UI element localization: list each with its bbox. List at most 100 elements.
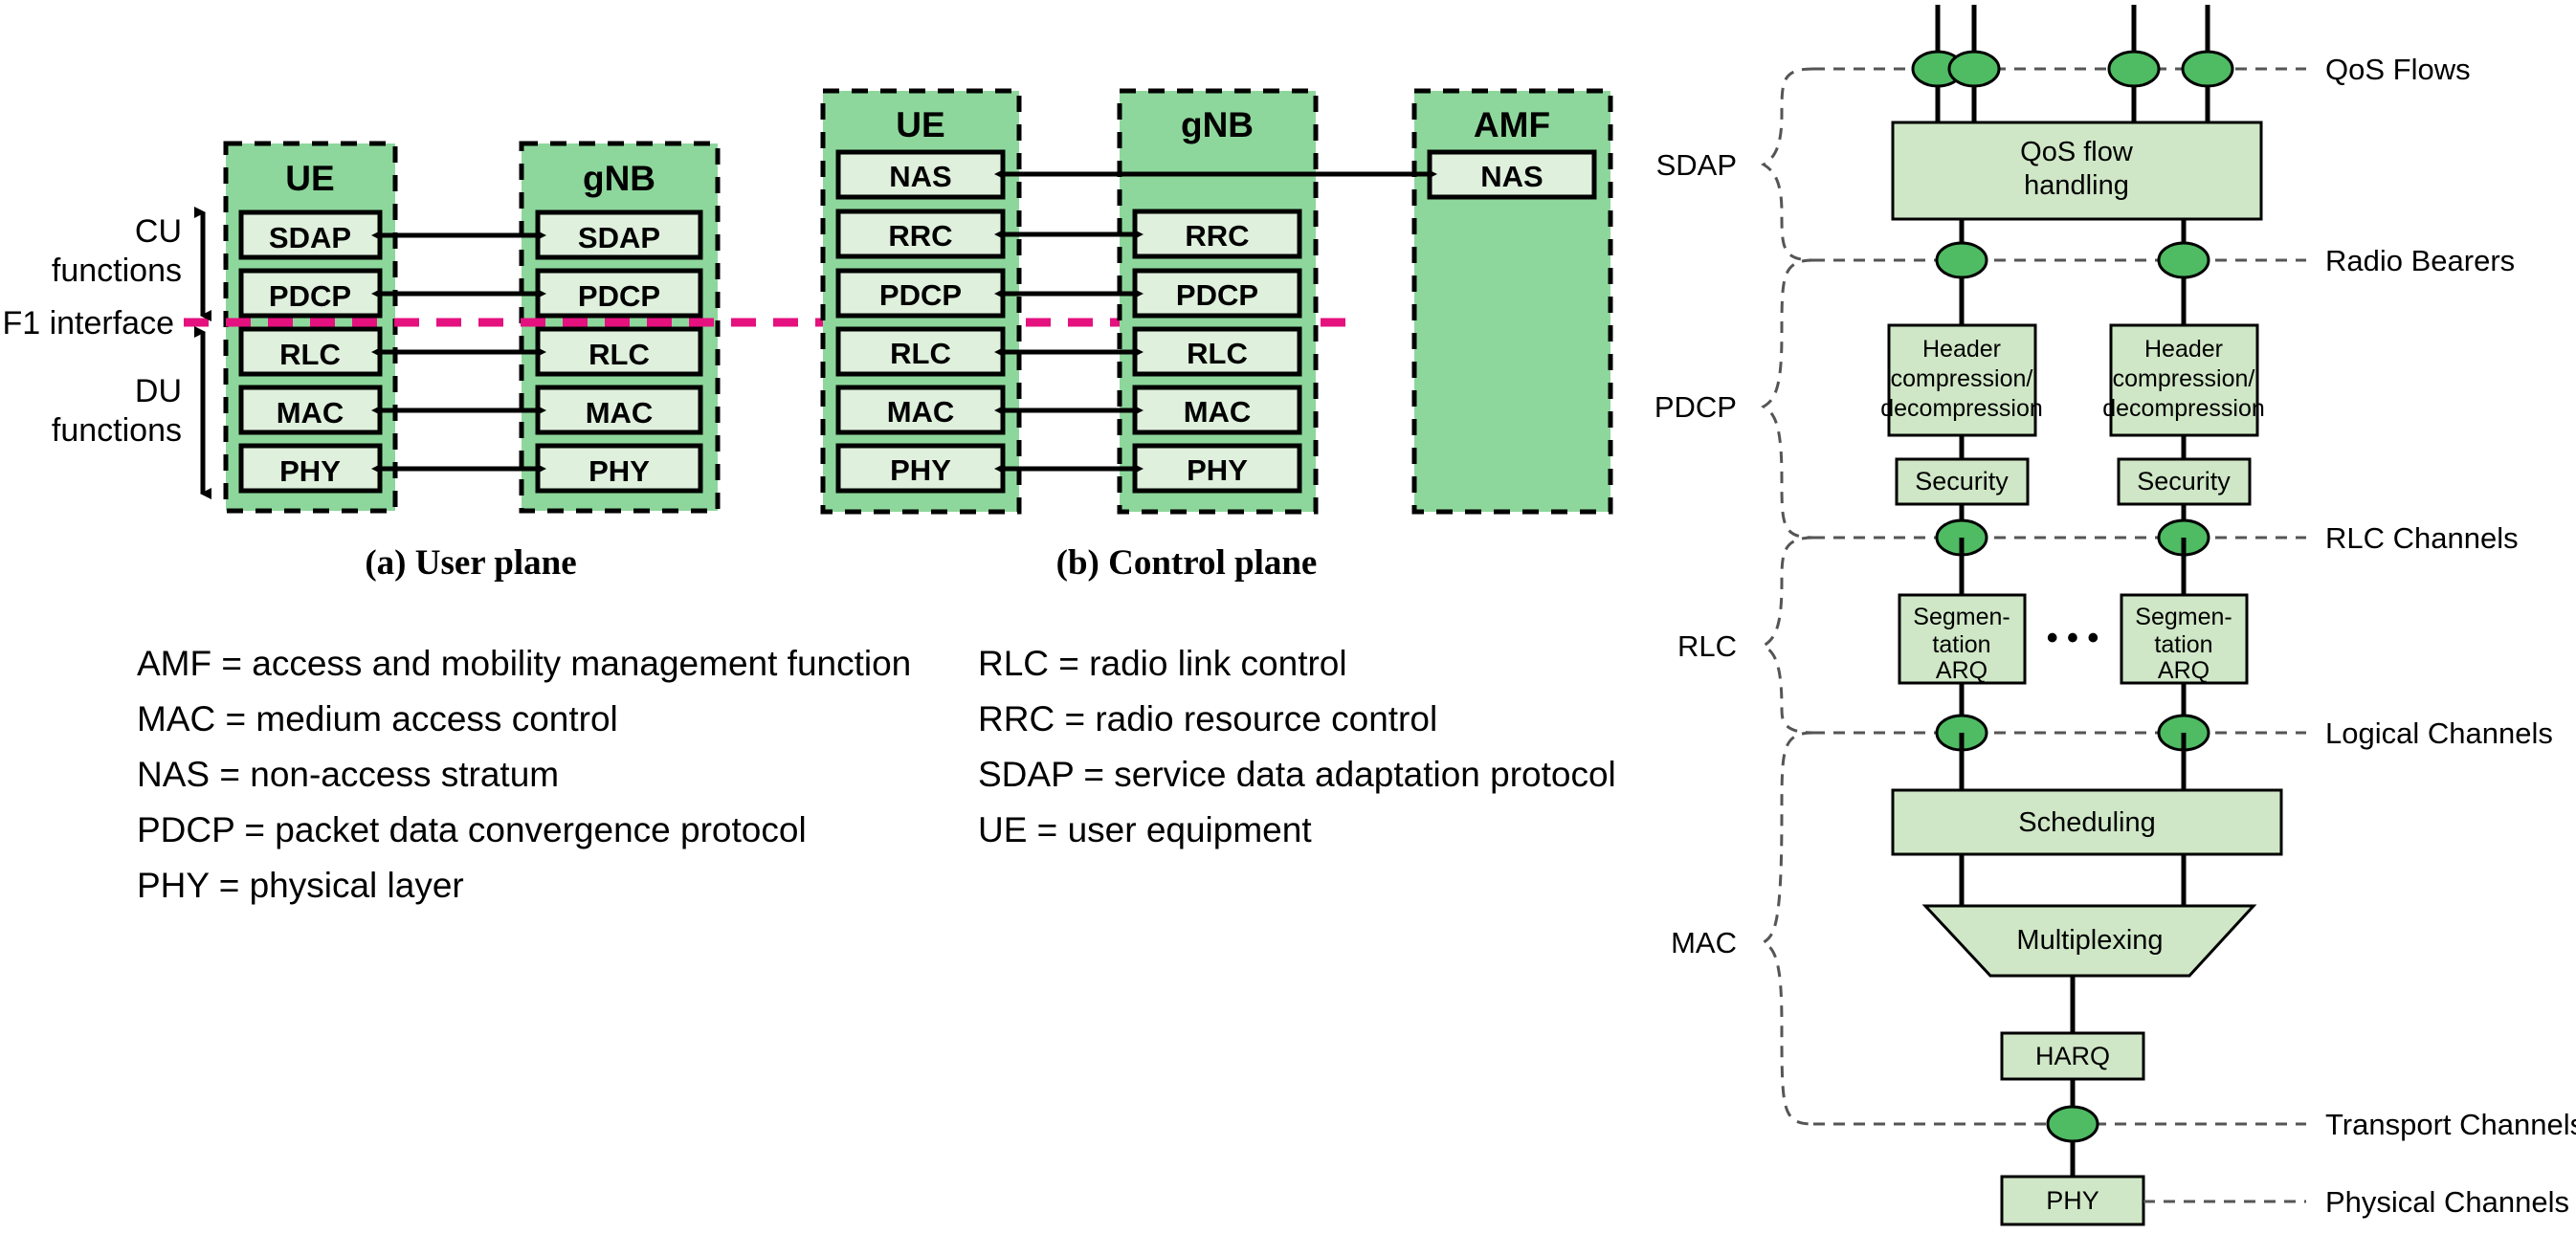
segmentation-right-line3: ARQ bbox=[2158, 657, 2210, 684]
panel-b-ue-title: UE bbox=[896, 105, 944, 144]
panel-b-ue-layer-rlc: RLC bbox=[890, 337, 951, 370]
stack-radio-bearer-lines bbox=[1959, 219, 2187, 325]
guide-rlc-brace bbox=[1761, 536, 1814, 735]
segmentation-right-line1: Segmen- bbox=[2135, 604, 2232, 630]
panel-a-ue-layer-mac: MAC bbox=[277, 396, 344, 430]
header-compression-left-line2: compression/ bbox=[1891, 365, 2033, 392]
security-left-label: Security bbox=[1915, 467, 2009, 496]
panel-b-amf-title: AMF bbox=[1474, 105, 1550, 144]
legend-right-item-2: SDAP = service data adaptation protocol bbox=[978, 755, 1616, 794]
panel-a-ue-layer-pdcp: PDCP bbox=[269, 279, 351, 313]
panel-a-peer-links bbox=[371, 231, 546, 474]
segmentation-box-right: Segmen- tation ARQ bbox=[2120, 593, 2249, 685]
segmentation-left-line1: Segmen- bbox=[1913, 604, 2010, 630]
diagram-canvas: UE gNB SDAP PDCP RLC MAC PHY SDAP PDCP R… bbox=[2, 5, 2576, 1226]
stack-label-mac: MAC bbox=[1671, 926, 1737, 959]
legend-right: RLC = radio link control RRC = radio res… bbox=[978, 644, 1616, 849]
panel-b-gnb-layer-rlc: RLC bbox=[1187, 337, 1248, 370]
panel-b-ue-layer-rrc: RRC bbox=[888, 219, 952, 253]
panel-a-gnb-title: gNB bbox=[583, 159, 655, 198]
header-compression-left-line1: Header bbox=[1922, 336, 2001, 363]
qos-flow-nodes bbox=[1911, 50, 2234, 88]
guide-pdcp-brace bbox=[1761, 258, 1814, 540]
channel-label-qos-flows: QoS Flows bbox=[2325, 53, 2471, 86]
qos-flow-handling-label-line1: QoS flow bbox=[2020, 137, 2134, 167]
channel-label-physical-channels: Physical Channels bbox=[2325, 1185, 2569, 1219]
radio-bearer-nodes bbox=[1935, 241, 2210, 279]
header-compression-box-right: Header compression/ decompression bbox=[2102, 323, 2265, 437]
security-box-left: Security bbox=[1895, 457, 2030, 506]
panel-a-gnb-layer-pdcp: PDCP bbox=[578, 279, 660, 313]
channel-label-radio-bearers: Radio Bearers bbox=[2325, 244, 2515, 277]
stack-section-labels: SDAP PDCP RLC MAC bbox=[1654, 148, 1737, 959]
security-box-right: Security bbox=[2117, 457, 2252, 506]
panel-a-gnb-layers: SDAP PDCP RLC MAC PHY bbox=[535, 209, 703, 494]
legend-left-item-4: PHY = physical layer bbox=[137, 866, 464, 905]
panel-b-gnb-title: gNB bbox=[1181, 105, 1254, 144]
panel-b-gnb-layer-pdcp: PDCP bbox=[1176, 278, 1258, 312]
panel-b-gnb-layer-rrc: RRC bbox=[1185, 219, 1249, 253]
panel-a-gnb-layer-sdap: SDAP bbox=[578, 221, 660, 254]
panel-a-ue-title: UE bbox=[285, 159, 334, 198]
panel-a-ue-layer-rlc: RLC bbox=[279, 338, 341, 371]
header-compression-left-line3: decompression bbox=[1880, 395, 2043, 422]
panel-a-ue-layers: SDAP PDCP RLC MAC PHY bbox=[238, 209, 383, 494]
segmentation-left-line2: tation bbox=[1932, 631, 1990, 658]
legend-left-item-0: AMF = access and mobility management fun… bbox=[137, 644, 911, 683]
panel-b-ue-layer-mac: MAC bbox=[887, 395, 955, 429]
stack-label-pdcp: PDCP bbox=[1654, 390, 1737, 424]
stack-label-rlc: RLC bbox=[1677, 629, 1737, 663]
segmentation-right-line2: tation bbox=[2154, 631, 2212, 658]
legend-right-item-1: RRC = radio resource control bbox=[978, 699, 1437, 738]
segmentation-box-left: Segmen- tation ARQ bbox=[1898, 593, 2027, 685]
panel-b-ue-layer-pdcp: PDCP bbox=[879, 278, 962, 312]
panel-a-ue-layer-phy: PHY bbox=[279, 454, 341, 488]
du-functions-label-line1: DU bbox=[135, 373, 182, 409]
legend-left-item-3: PDCP = packet data convergence protocol bbox=[137, 810, 807, 849]
segmentation-left-line3: ARQ bbox=[1936, 657, 1988, 684]
f1-interface-label: F1 interface bbox=[2, 305, 174, 342]
header-compression-box-left: Header compression/ decompression bbox=[1880, 323, 2043, 437]
panel-b-gnb-layers: RRC PDCP RLC MAC PHY bbox=[1132, 209, 1302, 494]
stack-label-sdap: SDAP bbox=[1656, 148, 1737, 182]
harq-label: HARQ bbox=[2035, 1042, 2110, 1070]
legend-right-item-3: UE = user equipment bbox=[978, 810, 1312, 849]
multiplexing-label: Multiplexing bbox=[2016, 925, 2163, 956]
guide-sdap-brace bbox=[1761, 67, 1814, 262]
panel-b-amf-layer-nas: NAS bbox=[1480, 160, 1543, 193]
header-compression-right-line3: decompression bbox=[2102, 395, 2265, 422]
header-compression-right-line1: Header bbox=[2144, 336, 2223, 363]
rlc-ellipsis: • • • bbox=[2047, 620, 2099, 656]
cu-functions-label-line1: CU bbox=[135, 213, 182, 250]
panel-b-gnb-layer-mac: MAC bbox=[1184, 395, 1252, 429]
cu-functions-label-line2: functions bbox=[52, 253, 182, 289]
panel-b-amf-layers: NAS bbox=[1427, 149, 1597, 200]
channel-label-logical-channels: Logical Channels bbox=[2325, 716, 2553, 750]
security-right-label: Security bbox=[2137, 467, 2231, 496]
legend-right-item-0: RLC = radio link control bbox=[978, 644, 1347, 683]
channel-label-rlc-channels: RLC Channels bbox=[2325, 521, 2519, 555]
panel-a-ue-layer-sdap: SDAP bbox=[269, 221, 351, 254]
panel-b-ue-layer-phy: PHY bbox=[890, 453, 951, 487]
qos-flow-handling-label-line2: handling bbox=[2024, 170, 2129, 201]
transport-channel-node bbox=[2046, 1105, 2099, 1143]
du-functions-label-line2: functions bbox=[52, 412, 182, 449]
figure-root: UE gNB SDAP PDCP RLC MAC PHY SDAP PDCP R… bbox=[0, 0, 2576, 1234]
panel-a-gnb-layer-rlc: RLC bbox=[588, 338, 650, 371]
guide-mac-brace bbox=[1761, 731, 1814, 1126]
panel-a-gnb-layer-phy: PHY bbox=[588, 454, 650, 488]
legend-left: AMF = access and mobility management fun… bbox=[137, 644, 911, 905]
channel-label-transport-channels: Transport Channels bbox=[2325, 1108, 2576, 1141]
header-compression-right-line2: compression/ bbox=[2113, 365, 2255, 392]
panel-b-caption: (b) Control plane bbox=[1056, 543, 1318, 583]
logical-channel-nodes bbox=[1935, 714, 2210, 752]
panel-a-gnb-layer-mac: MAC bbox=[586, 396, 654, 430]
panel-a-caption: (a) User plane bbox=[365, 543, 576, 583]
legend-left-item-2: NAS = non-access stratum bbox=[137, 755, 559, 794]
panel-b-ue-layer-nas: NAS bbox=[889, 160, 951, 193]
rlc-channel-nodes bbox=[1935, 518, 2210, 557]
scheduling-label: Scheduling bbox=[2018, 807, 2156, 838]
panel-b-gnb-layer-phy: PHY bbox=[1187, 453, 1248, 487]
legend-left-item-1: MAC = medium access control bbox=[137, 699, 618, 738]
phy-label: PHY bbox=[2046, 1186, 2099, 1215]
